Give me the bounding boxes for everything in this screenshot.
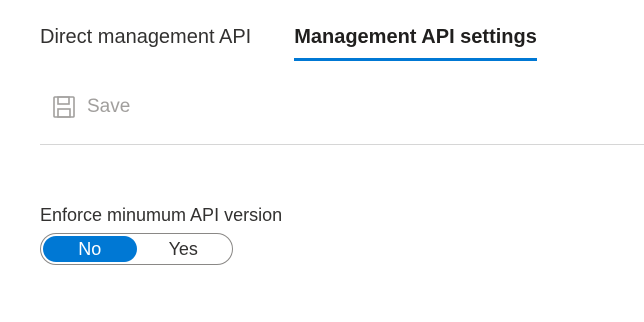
tab-management-api-settings[interactable]: Management API settings <box>294 22 537 62</box>
toggle-option-yes[interactable]: Yes <box>137 236 231 262</box>
save-label: Save <box>87 96 131 117</box>
save-button[interactable]: Save <box>52 95 130 119</box>
command-bar: Save <box>40 90 644 145</box>
tab-direct-management-api[interactable]: Direct management API <box>40 22 251 62</box>
tab-bar: Direct management API Management API set… <box>40 22 537 62</box>
toggle-option-no[interactable]: No <box>43 236 137 262</box>
enforce-min-api-version-toggle: No Yes <box>40 233 233 265</box>
enforce-min-api-version-label: Enforce minumum API version <box>40 205 283 225</box>
save-icon <box>53 96 75 118</box>
